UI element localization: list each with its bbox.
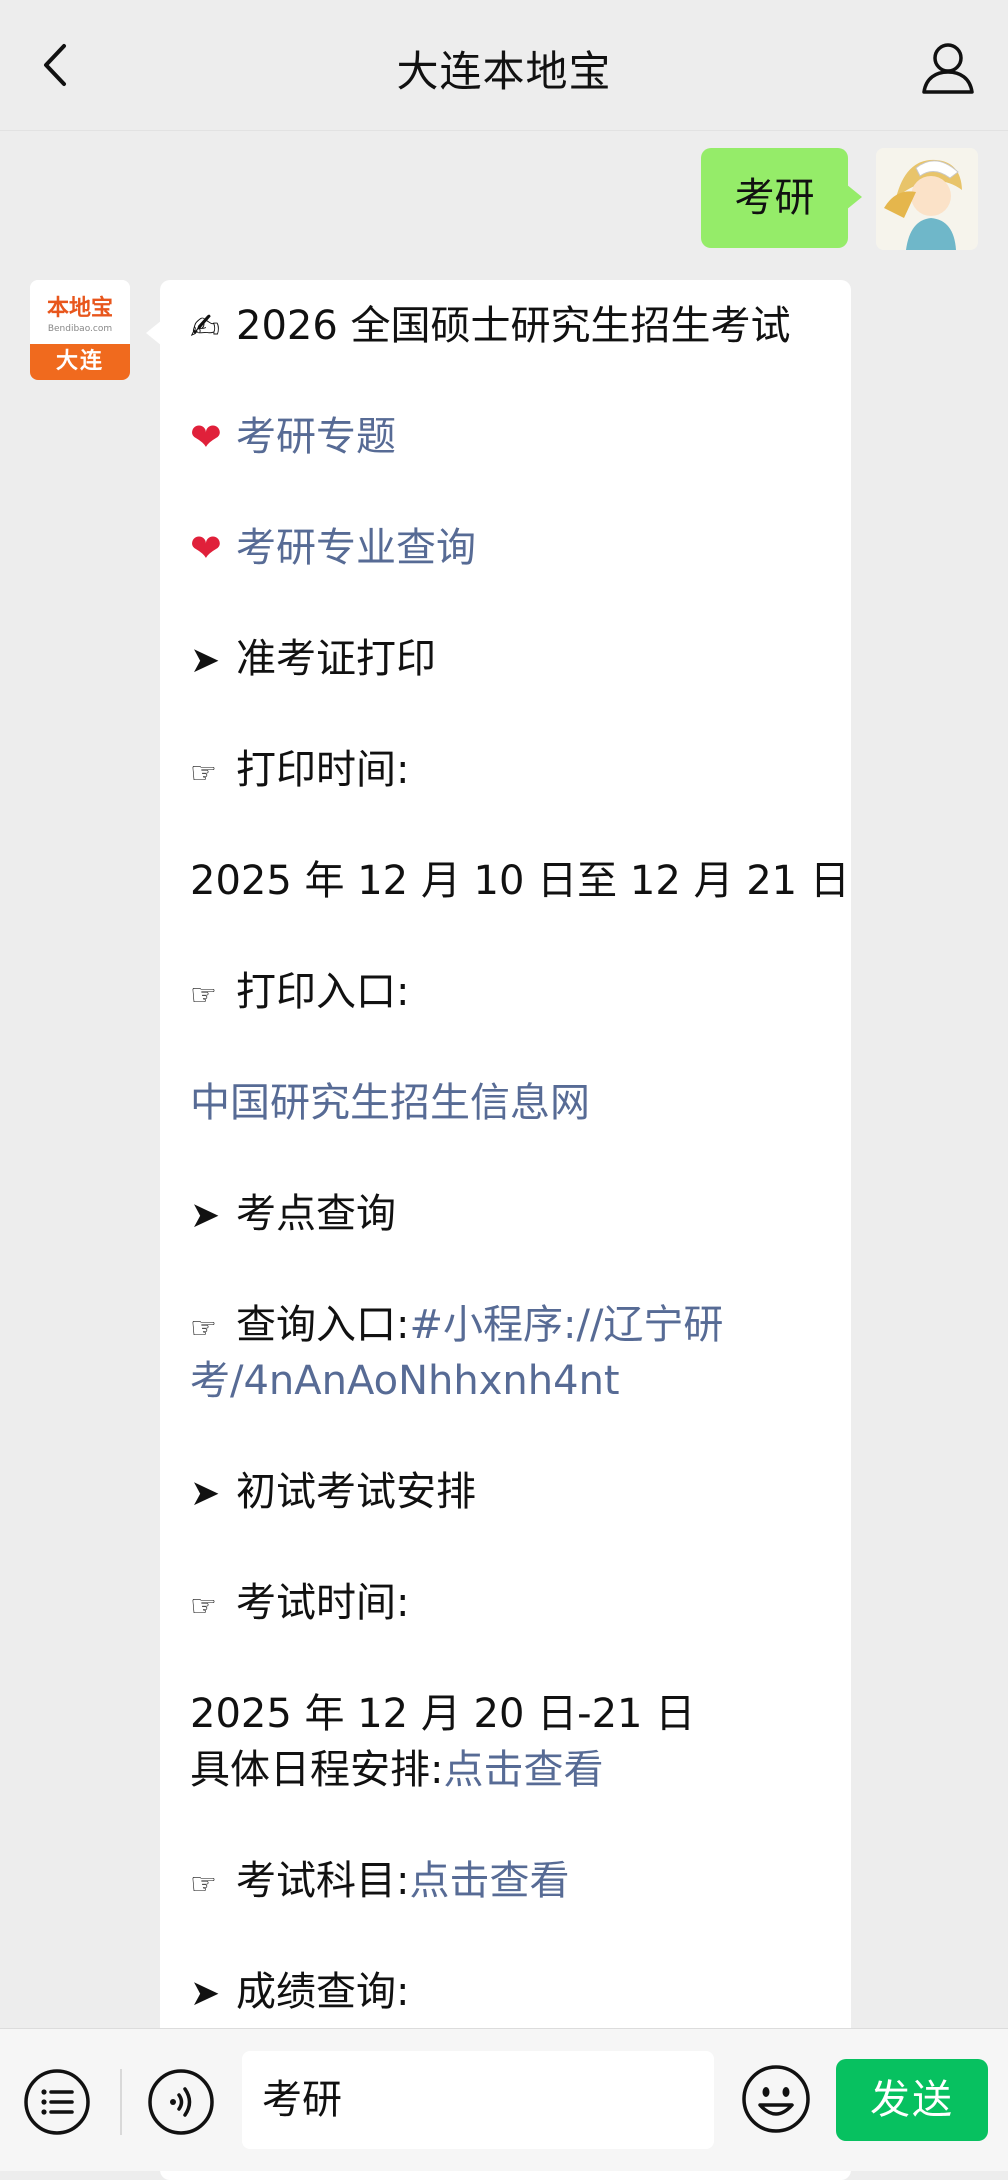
pointing-hand-icon: ☞ — [190, 978, 217, 1013]
send-button[interactable]: 发送 — [836, 2059, 988, 2141]
print-time-label: ☞ 打印时间: — [190, 742, 830, 798]
print-entry-label-text: 打印入口: — [236, 969, 410, 1015]
special-link-row[interactable]: ❤ 考研专题 — [190, 409, 830, 465]
arrow-icon: ➤ — [190, 640, 221, 681]
message-title: ✍ 2026 全国硕士研究生招生考试 — [190, 298, 830, 354]
pointing-hand-icon: ☞ — [190, 1589, 217, 1624]
exam-time-label: ☞ 考试时间: — [190, 1575, 830, 1631]
section-admission: ➤ 准考证打印 — [190, 631, 830, 687]
print-time-value: 2025 年 12 月 10 日至 12 月 21 日 — [190, 858, 850, 904]
detail-link[interactable]: 点击查看 — [443, 1747, 603, 1793]
query-entry-link[interactable]: #小程序://辽宁研 — [409, 1302, 723, 1348]
voice-icon[interactable] — [146, 2067, 216, 2137]
bot-logo: 本地宝 Bendibao.com — [30, 280, 130, 344]
section-score-query-text: 成绩查询: — [236, 1969, 410, 2015]
outgoing-message-bubble[interactable]: 考研 — [701, 148, 862, 248]
section-admission-text: 准考证打印 — [236, 636, 436, 682]
section-site-query: ➤ 考点查询 — [190, 1186, 830, 1242]
message-title-text: 2026 全国硕士研究生招生考试 — [236, 303, 791, 349]
bot-logo-text: 本地宝 — [46, 295, 113, 321]
heart-icon: ❤ — [190, 526, 222, 570]
arrow-icon: ➤ — [190, 1195, 221, 1236]
top-bar: 大连本地宝 — [0, 0, 1008, 131]
print-entry-link[interactable]: 中国研究生招生信息网 — [190, 1075, 830, 1131]
exam-time-label-text: 考试时间: — [236, 1580, 410, 1626]
query-entry-row: ☞ 查询入口:#小程序://辽宁研 — [190, 1297, 830, 1353]
query-entry-label: 查询入口: — [236, 1302, 410, 1348]
bot-avatar[interactable]: 本地宝 Bendibao.com 大连 — [30, 280, 130, 380]
print-entry-label: ☞ 打印入口: — [190, 964, 830, 1020]
divider — [120, 2069, 122, 2135]
incoming-message-bubble: ✍ 2026 全国硕士研究生招生考试 ❤ 考研专题 ❤ 考研专业查询 ➤ 准考证打印 ☞… — [146, 280, 851, 2180]
pointing-hand-icon: ☞ — [190, 756, 217, 791]
smiley-icon[interactable] — [740, 2063, 812, 2135]
user-avatar-illustration — [876, 148, 978, 250]
writing-hand-icon: ✍ — [190, 307, 221, 348]
bot-logo-sub: Bendibao.com — [47, 324, 113, 334]
detail-label: 具体日程安排: — [190, 1747, 444, 1793]
arrow-icon: ➤ — [190, 1973, 221, 2014]
major-query-link-row[interactable]: ❤ 考研专业查询 — [190, 520, 830, 576]
list-icon[interactable] — [22, 2067, 92, 2137]
special-link[interactable]: 考研专题 — [236, 414, 396, 460]
subjects-link[interactable]: 点击查看 — [409, 1858, 569, 1904]
section-schedule: ➤ 初试考试安排 — [190, 1464, 830, 1520]
section-score-query: ➤ 成绩查询: — [190, 1964, 830, 2020]
bot-logo-city: 大连 — [30, 344, 130, 380]
subjects-label: 考试科目: — [236, 1858, 410, 1904]
arrow-icon: ➤ — [190, 1473, 221, 1514]
input-bar: 考研 发送 — [0, 2028, 1008, 2171]
message-input[interactable]: 考研 — [242, 2051, 714, 2149]
heart-icon: ❤ — [190, 415, 222, 459]
query-entry-link-cont[interactable]: 考/4nAnAoNhhxnh4nt — [190, 1353, 830, 1409]
detail-row: 具体日程安排:点击查看 — [190, 1742, 830, 1798]
section-site-query-text: 考点查询 — [236, 1191, 396, 1237]
subjects-row: ☞ 考试科目:点击查看 — [190, 1853, 830, 1909]
person-icon[interactable] — [918, 38, 978, 98]
pointing-hand-icon: ☞ — [190, 1867, 217, 1902]
print-time-label-text: 打印时间: — [236, 747, 410, 793]
user-avatar[interactable] — [876, 148, 978, 250]
exam-time-value: 2025 年 12 月 20 日-21 日 — [190, 1691, 696, 1737]
major-query-link[interactable]: 考研专业查询 — [236, 525, 476, 571]
pointing-hand-icon: ☞ — [190, 1311, 217, 1346]
page-title: 大连本地宝 — [396, 47, 612, 96]
section-schedule-text: 初试考试安排 — [236, 1469, 476, 1515]
message-content: ✍ 2026 全国硕士研究生招生考试 ❤ 考研专题 ❤ 考研专业查询 ➤ 准考证打印 ☞… — [190, 298, 850, 2075]
